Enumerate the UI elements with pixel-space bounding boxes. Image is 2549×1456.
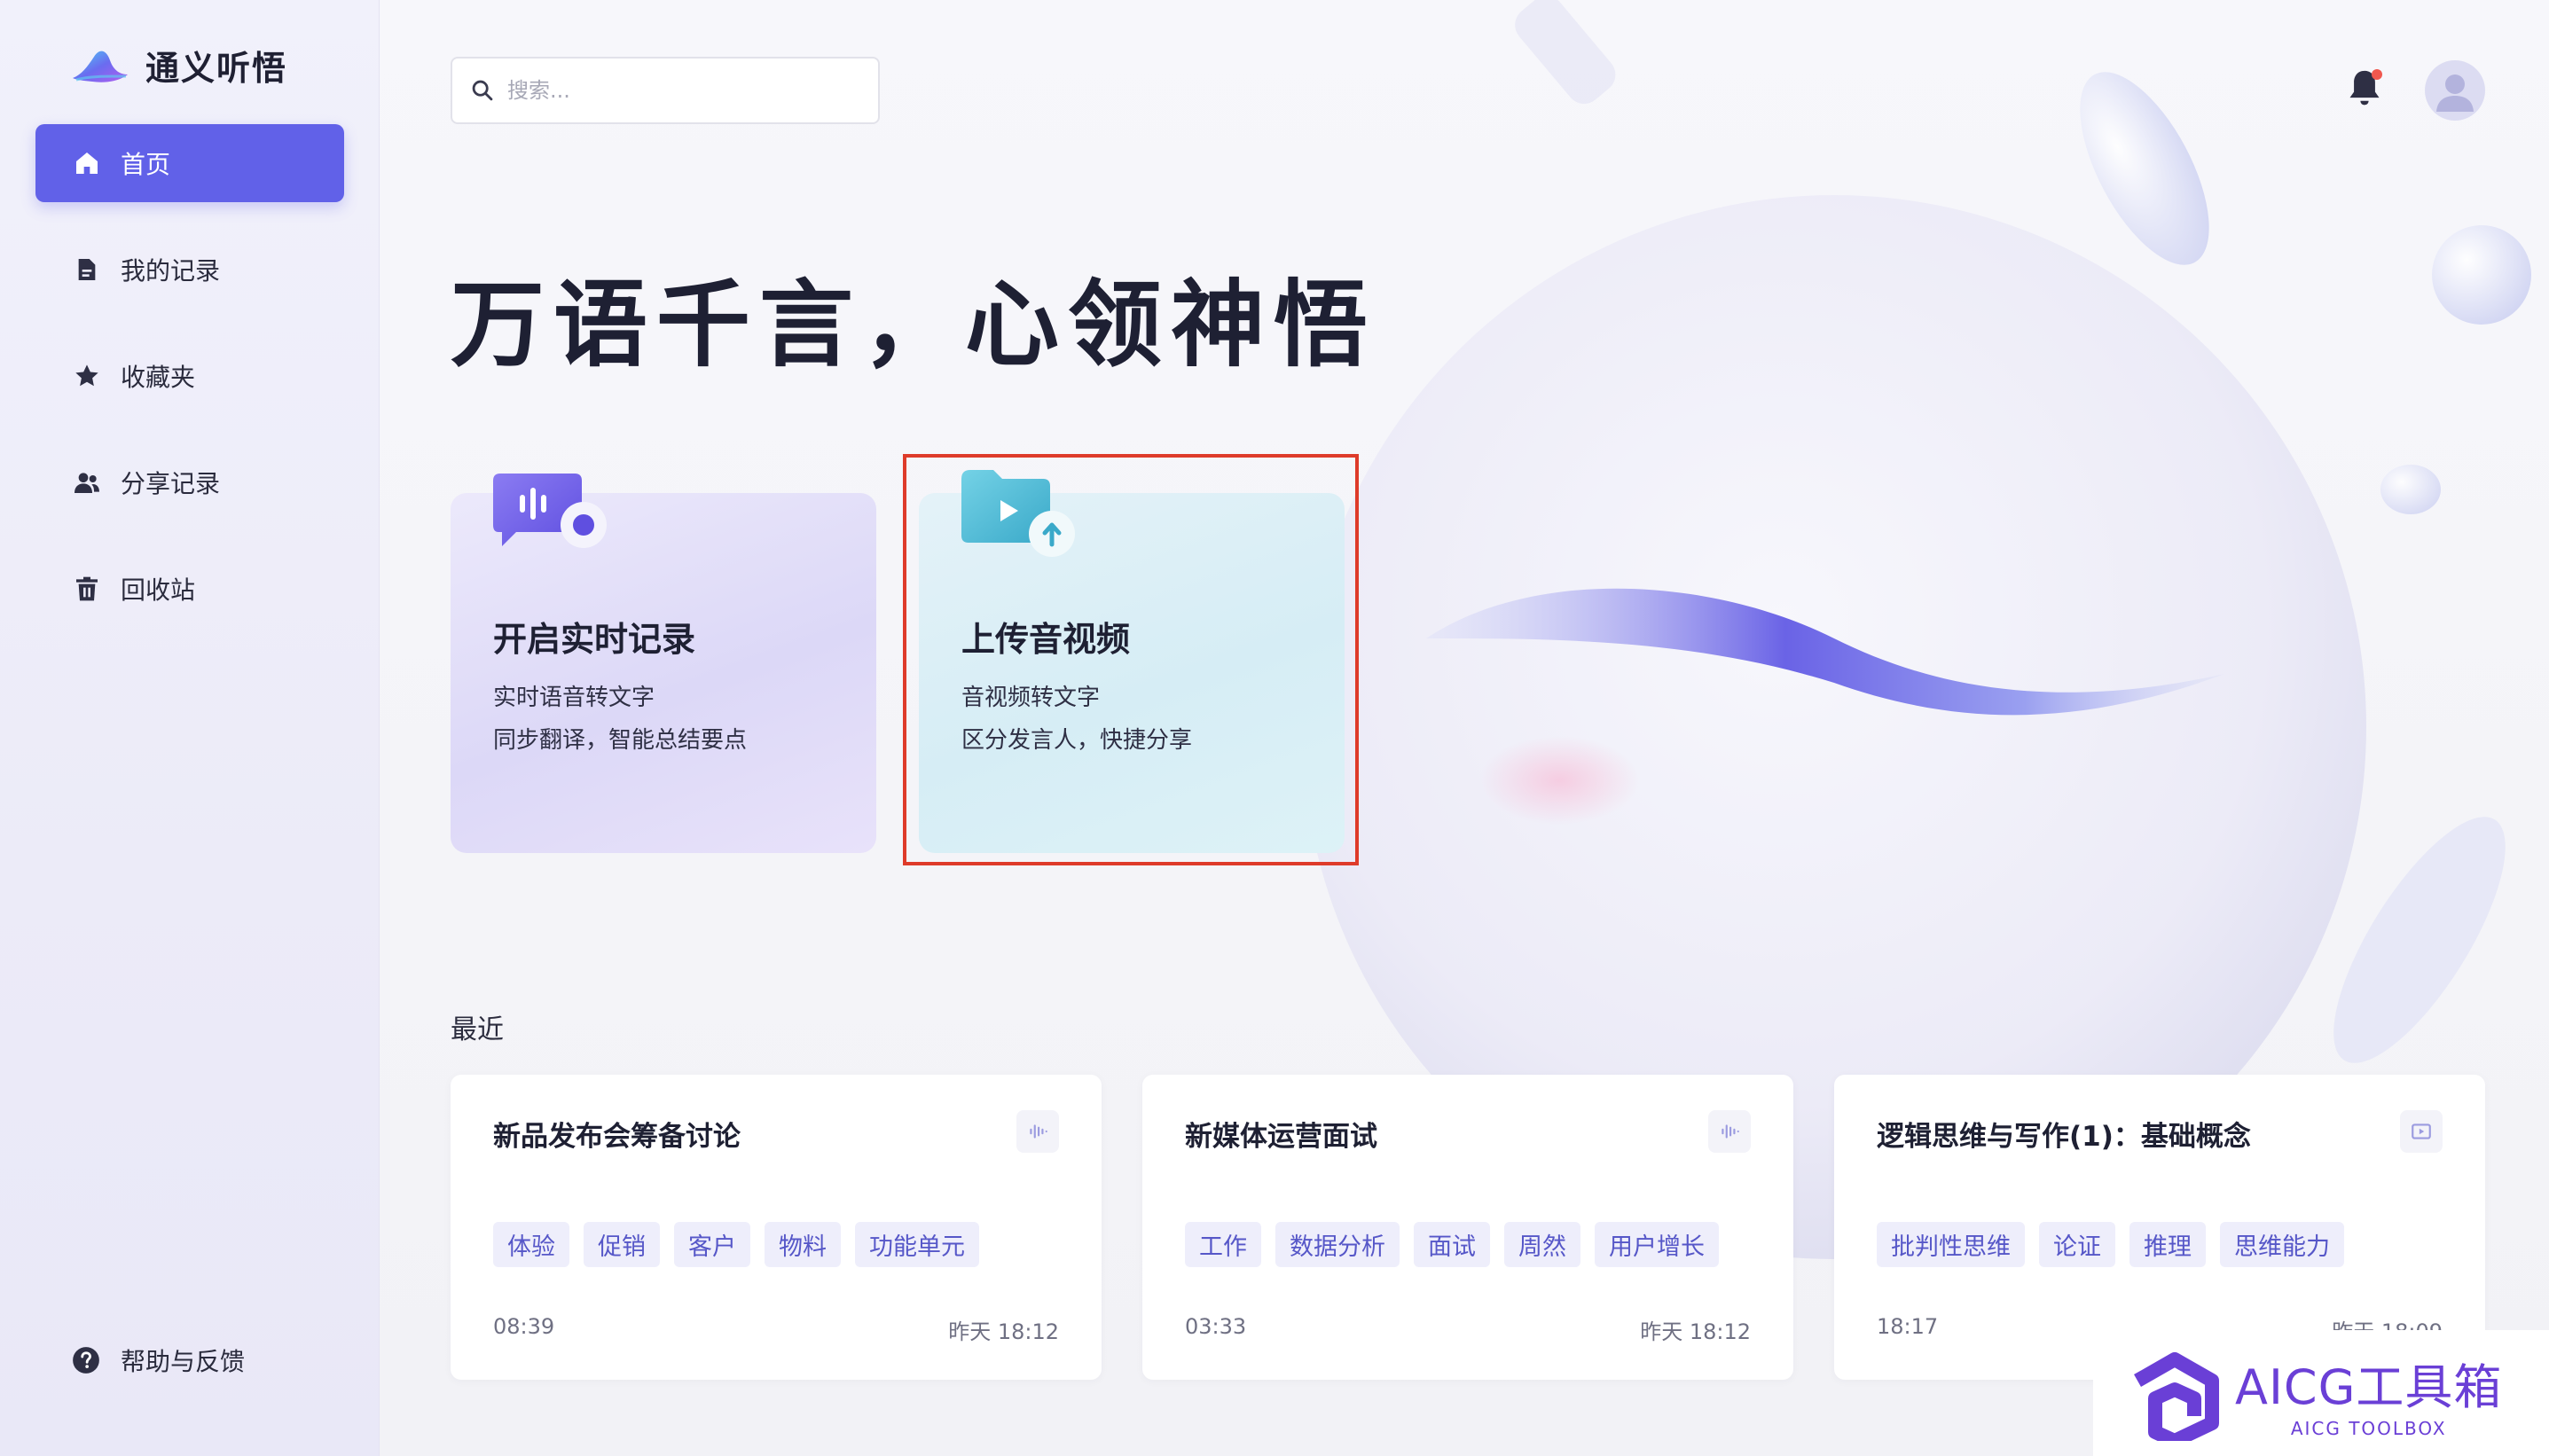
record-duration: 03:33 [1185,1314,1247,1339]
tag[interactable]: 体验 [493,1222,569,1267]
record-duration: 08:39 [493,1314,555,1339]
card-description: 实时语音转文字 [493,685,655,711]
card-title: 开启实时记录 [493,620,696,659]
card-title: 上传音视频 [961,620,1131,659]
upload-media-card[interactable]: 上传音视频 音视频转文字 区分发言人，快捷分享 [919,470,1345,853]
sidebar-item-home[interactable]: 首页 [35,124,344,202]
recent-record-card[interactable]: 新媒体运营面试 工作 数据分析 面试 周然 用户增长 03:33 昨天 18:1… [1142,1075,1793,1380]
microphone-record-icon [493,474,607,548]
tag[interactable]: 用户增长 [1595,1222,1719,1267]
tag[interactable]: 周然 [1504,1222,1580,1267]
recent-section-label: 最近 [451,1014,504,1045]
tag[interactable]: 物料 [765,1222,841,1267]
sidebar-item-trash[interactable]: 回收站 [35,550,344,628]
sidebar-item-label: 收藏夹 [121,363,196,392]
sidebar-item-favorites[interactable]: 收藏夹 [35,337,344,415]
start-realtime-card[interactable]: 开启实时记录 实时语音转文字 同步翻译，智能总结要点 [451,474,876,853]
trash-icon [76,576,98,601]
tag[interactable]: 思维能力 [2220,1222,2344,1267]
tag[interactable]: 客户 [674,1222,750,1267]
card-description: 区分发言人，快捷分享 [961,727,1193,754]
audio-wave-icon [1030,1124,1047,1139]
record-duration: 18:17 [1877,1314,1939,1339]
document-icon [78,259,96,280]
logo-icon [73,51,128,82]
sidebar: 通义听悟 首页 我的记录 收藏夹 分享记录 回收站 帮助与反馈 [0,0,380,1456]
tag[interactable]: 功能单元 [855,1222,979,1267]
upload-video-icon [961,470,1075,557]
tag[interactable]: 工作 [1185,1222,1261,1267]
watermark-subtitle: AICG TOOLBOX [2290,1417,2447,1439]
search-box[interactable] [451,57,880,124]
home-icon [76,153,98,174]
hero-title: 万语千言，心领神悟 [451,270,1376,380]
help-label: 帮助与反馈 [121,1347,246,1376]
record-title: 逻辑思维与写作(1)：基础概念 [1877,1121,2251,1153]
watermark-title: AICG工具箱 [2235,1358,2503,1415]
record-title: 新媒体运营面试 [1185,1121,1377,1153]
video-icon [2412,1123,2431,1139]
users-icon [75,473,99,493]
record-type-badge [2400,1110,2443,1153]
tag[interactable]: 面试 [1414,1222,1490,1267]
search-icon [472,80,493,101]
tag[interactable]: 促销 [584,1222,660,1267]
record-timestamp: 昨天 18:12 [948,1319,1059,1344]
sidebar-item-label: 首页 [121,150,171,179]
tag[interactable]: 论证 [2039,1222,2115,1267]
card-description: 音视频转文字 [961,685,1101,711]
record-title: 新品发布会筹备讨论 [493,1121,741,1153]
sidebar-item-label: 分享记录 [121,469,221,498]
card-description: 同步翻译，智能总结要点 [493,727,748,754]
sidebar-item-label: 我的记录 [121,256,221,286]
help-feedback-link[interactable]: 帮助与反馈 [71,1342,245,1378]
tag[interactable]: 推理 [2129,1222,2206,1267]
sidebar-item-shares[interactable]: 分享记录 [35,443,344,521]
notification-button[interactable] [2345,67,2384,110]
tag-list: 体验 促销 客户 物料 功能单元 [493,1222,979,1267]
search-input[interactable] [507,78,844,103]
recent-record-card[interactable]: 新品发布会筹备讨论 体验 促销 客户 物料 功能单元 08:39 昨天 18:1… [451,1075,1102,1380]
sidebar-item-my-records[interactable]: 我的记录 [35,231,344,309]
record-type-badge [1708,1110,1751,1153]
main-content: 万语千言，心领神悟 开启实时记录 实时语音转文字 同步翻译，智能总结要点 [380,0,2549,1456]
record-type-badge [1016,1110,1059,1153]
user-avatar[interactable] [2425,60,2485,121]
tag[interactable]: 数据分析 [1275,1222,1400,1267]
tag[interactable]: 批判性思维 [1877,1222,2025,1267]
app-window: 通义听悟 首页 我的记录 收藏夹 分享记录 回收站 帮助与反馈 搜索... 万语… [0,0,2549,1456]
tag-list: 工作 数据分析 面试 周然 用户增长 [1185,1222,1719,1267]
star-icon [75,364,98,387]
watermark: AICG工具箱 AICG TOOLBOX [2093,1330,2549,1456]
user-icon [2436,74,2474,112]
record-timestamp: 昨天 18:12 [1640,1319,1751,1344]
app-name: 通义听悟 [145,49,288,88]
help-icon [73,1347,99,1374]
app-logo[interactable]: 通义听悟 [69,41,287,90]
notification-badge [2372,69,2382,80]
tag-list: 批判性思维 论证 推理 思维能力 [1877,1222,2344,1267]
sidebar-item-label: 回收站 [121,575,196,605]
audio-wave-icon [1722,1124,1739,1139]
watermark-logo-icon [2134,1352,2219,1441]
